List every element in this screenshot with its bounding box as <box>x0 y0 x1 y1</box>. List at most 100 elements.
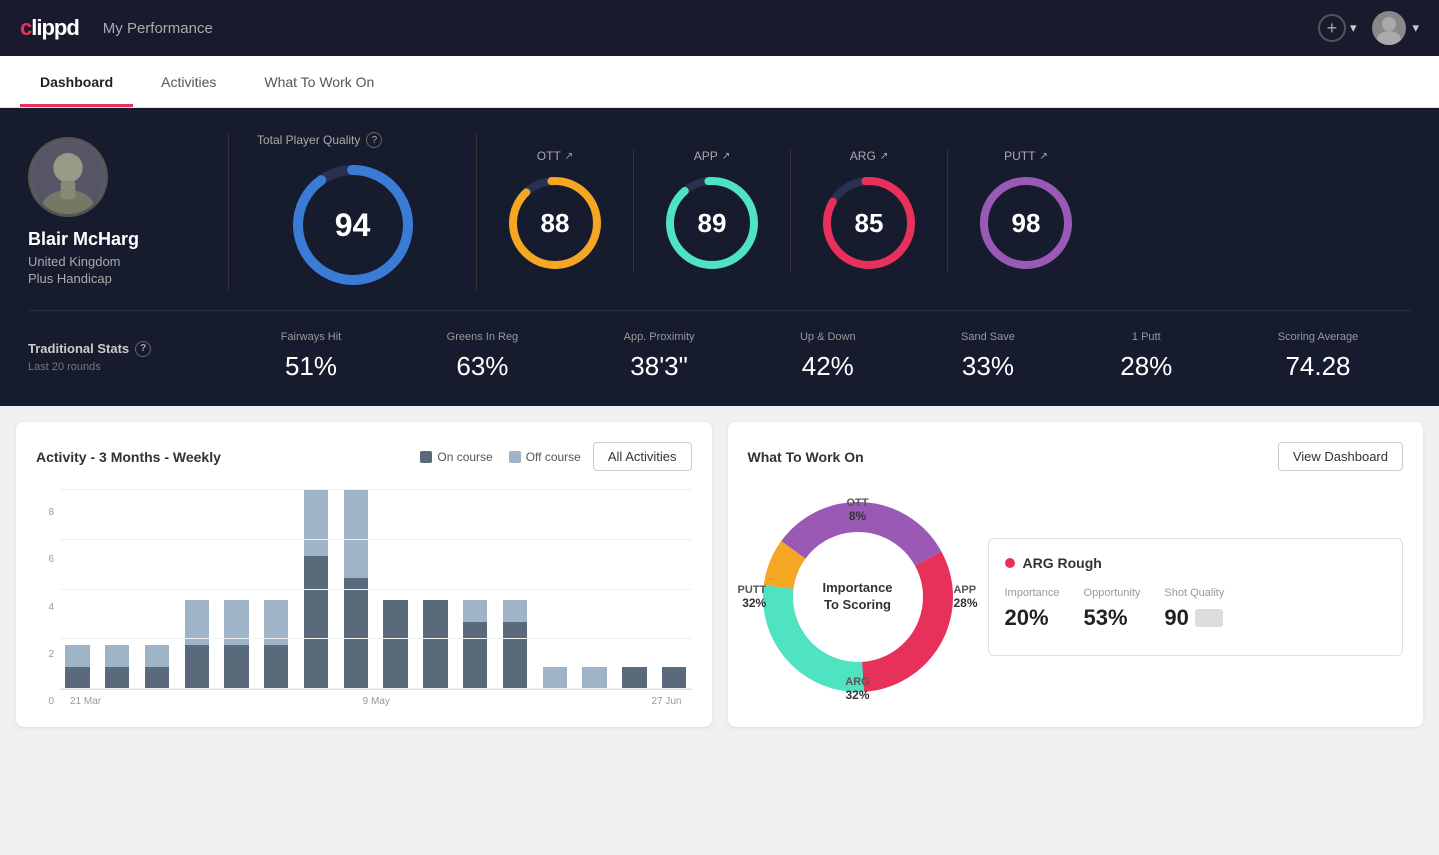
bar-group <box>140 645 175 689</box>
app-label: APP ↗ <box>694 149 730 163</box>
tab-dashboard[interactable]: Dashboard <box>20 56 133 107</box>
hero-top: Blair McHarg United Kingdom Plus Handica… <box>28 132 1411 310</box>
on-course-bar <box>662 667 686 689</box>
hero-section: Blair McHarg United Kingdom Plus Handica… <box>0 108 1439 406</box>
user-chevron: ▾ <box>1412 20 1419 36</box>
bar-group <box>100 645 135 689</box>
avatar <box>28 137 108 217</box>
bar-group <box>219 600 254 689</box>
on-course-bar <box>463 622 487 689</box>
x-label-mar: 21 Mar <box>70 696 101 707</box>
info-metric-opportunity: Opportunity 53% <box>1084 587 1141 631</box>
tab-activities[interactable]: Activities <box>141 56 236 107</box>
player-country: United Kingdom <box>28 254 121 269</box>
legend-on-course: On course <box>420 450 492 464</box>
putt-donut-label: PUTT 32% <box>738 584 767 610</box>
info-card-title: ARG Rough <box>1005 555 1387 571</box>
on-course-bar <box>622 667 646 689</box>
ott-donut-label: OTT 8% <box>847 497 869 523</box>
y-label-4: 4 <box>48 602 54 613</box>
arg-dot <box>1005 558 1015 568</box>
top-nav: clippd My Performance + ▾ ▾ <box>0 0 1439 56</box>
ott-value: 88 <box>541 208 570 239</box>
metric-app: APP ↗ 89 <box>634 149 791 273</box>
tab-what-to-work-on[interactable]: What To Work On <box>244 56 394 107</box>
add-button[interactable]: + ▾ <box>1318 14 1357 42</box>
stats-items: Fairways Hit 51% Greens In Reg 63% App. … <box>228 331 1411 382</box>
chevron-down-icon: ▾ <box>1350 20 1357 36</box>
bar-group <box>179 600 214 689</box>
on-course-bar <box>383 600 407 689</box>
view-dashboard-button[interactable]: View Dashboard <box>1278 442 1403 471</box>
metric-putt: PUTT ↗ 98 <box>948 149 1104 273</box>
legend-off-course-label: Off course <box>526 450 581 464</box>
bar-group <box>458 600 493 689</box>
bar-group <box>60 645 95 689</box>
legend-on-course-label: On course <box>437 450 492 464</box>
y-label-8: 8 <box>48 507 54 518</box>
avatar <box>1372 11 1406 45</box>
stat-1putt: 1 Putt 28% <box>1120 331 1172 382</box>
arg-gauge: 85 <box>819 173 919 273</box>
stat-fairways: Fairways Hit 51% <box>281 331 342 382</box>
total-quality-gauge: 94 <box>288 160 418 290</box>
off-course-bar <box>224 600 248 645</box>
stats-label: Traditional Stats ? Last 20 rounds <box>28 341 228 373</box>
legend-off-course: Off course <box>509 450 581 464</box>
work-on-header: What To Work On View Dashboard <box>748 442 1404 471</box>
stat-scoring: Scoring Average 74.28 <box>1278 331 1359 382</box>
user-menu[interactable]: ▾ <box>1372 11 1419 45</box>
on-course-bar <box>423 600 447 689</box>
info-metric-shot-quality: Shot Quality 90 <box>1164 587 1224 631</box>
work-on-content: OTT 8% APP 28% ARG 32% PUTT 32% Import <box>748 487 1404 707</box>
logo[interactable]: clippd <box>20 15 79 41</box>
off-course-bar <box>185 600 209 645</box>
on-course-dot <box>420 451 432 463</box>
bar-group <box>617 667 652 689</box>
off-course-bar <box>582 667 606 689</box>
off-course-bar <box>105 645 129 667</box>
off-course-bar <box>463 600 487 622</box>
stat-sandsave: Sand Save 33% <box>961 331 1015 382</box>
donut-center-line2: To Scoring <box>822 597 892 614</box>
bar-group <box>259 600 294 689</box>
stat-proximity: App. Proximity 38'3" <box>624 331 695 382</box>
arg-value: 85 <box>855 208 884 239</box>
on-course-bar <box>224 645 248 689</box>
activity-card-header: Activity - 3 Months - Weekly On course O… <box>36 442 692 471</box>
stat-greens: Greens In Reg 63% <box>447 331 519 382</box>
putt-gauge: 98 <box>976 173 1076 273</box>
on-course-bar <box>503 622 527 689</box>
bar-group <box>418 600 453 689</box>
stats-sub: Last 20 rounds <box>28 361 228 373</box>
quality-section: Total Player Quality ? 94 OT <box>228 132 1411 290</box>
player-name: Blair McHarg <box>28 229 139 250</box>
on-course-bar <box>304 556 328 689</box>
total-quality-value: 94 <box>335 207 371 244</box>
off-course-bar <box>304 489 328 556</box>
bottom-section: Activity - 3 Months - Weekly On course O… <box>0 406 1439 743</box>
y-label-6: 6 <box>48 554 54 565</box>
ott-gauge: 88 <box>505 173 605 273</box>
plus-icon: + <box>1318 14 1346 42</box>
all-activities-button[interactable]: All Activities <box>593 442 692 471</box>
shot-quality-badge <box>1195 609 1223 627</box>
on-course-bar <box>145 667 169 689</box>
tab-bar: Dashboard Activities What To Work On <box>0 56 1439 108</box>
donut-center-line1: Importance <box>822 580 892 597</box>
off-course-bar <box>264 600 288 645</box>
info-icon[interactable]: ? <box>366 132 382 148</box>
arg-label: ARG ↗ <box>850 149 888 163</box>
page-title: My Performance <box>103 20 1318 37</box>
work-on-title: What To Work On <box>748 449 1278 465</box>
y-label-2: 2 <box>48 649 54 660</box>
on-course-bar <box>105 667 129 689</box>
stat-updown: Up & Down 42% <box>800 331 856 382</box>
arg-donut-label: ARG 32% <box>845 676 869 702</box>
bar-group <box>577 667 612 689</box>
off-course-dot <box>509 451 521 463</box>
player-info: Blair McHarg United Kingdom Plus Handica… <box>28 137 228 286</box>
stats-info-icon[interactable]: ? <box>135 341 151 357</box>
bar-group <box>299 489 334 689</box>
off-course-bar <box>503 600 527 622</box>
